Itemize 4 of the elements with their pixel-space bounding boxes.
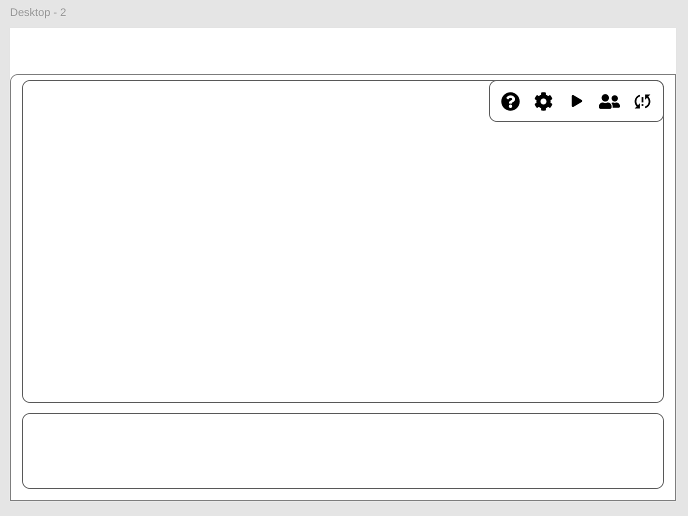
help-icon	[501, 92, 520, 110]
settings-icon	[534, 92, 553, 110]
play-icon	[570, 95, 582, 107]
frame-title: Desktop - 2	[10, 7, 66, 20]
